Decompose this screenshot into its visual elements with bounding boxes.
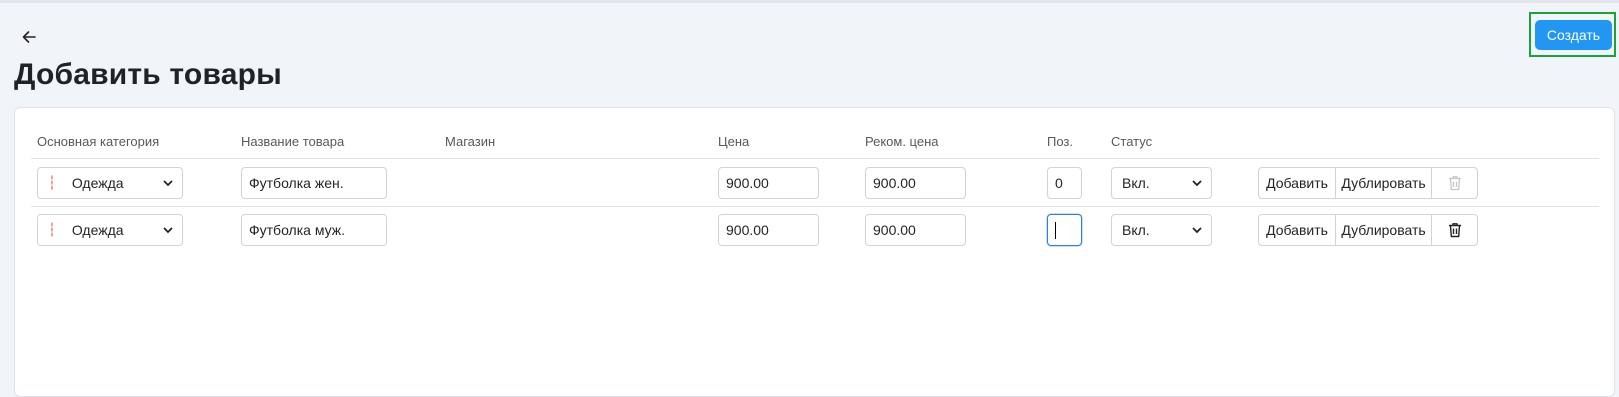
position-input[interactable]: 0 <box>1047 167 1082 199</box>
header-rec-price: Реком. цена <box>865 134 939 149</box>
text-cursor <box>1055 221 1056 239</box>
duplicate-row-button[interactable]: Дублировать <box>1336 168 1432 198</box>
price-input[interactable]: 900.00 <box>718 214 819 246</box>
header-divider <box>31 158 1599 159</box>
create-button-highlight: Создать <box>1529 12 1616 57</box>
price-input[interactable]: 900.00 <box>718 167 819 199</box>
header-name: Название товара <box>241 134 345 149</box>
category-select[interactable]: ┆ Одежда <box>37 214 183 246</box>
header-status: Статус <box>1111 134 1153 149</box>
chevron-down-icon <box>1192 180 1202 187</box>
page-title: Добавить товары <box>14 58 282 91</box>
header-shop: Магазин <box>445 134 496 149</box>
category-value: Одежда <box>71 222 124 238</box>
rec-price-input[interactable]: 900.00 <box>865 214 966 246</box>
category-select[interactable]: ┆ Одежда <box>37 167 183 199</box>
status-value: Вкл. <box>1122 222 1150 238</box>
row-actions: Добавить Дублировать <box>1258 167 1478 199</box>
chevron-down-icon <box>163 227 173 234</box>
add-row-button[interactable]: Добавить <box>1259 168 1336 198</box>
arrow-left-icon <box>22 31 36 43</box>
status-select[interactable]: Вкл. <box>1111 167 1212 199</box>
back-button[interactable] <box>18 26 40 48</box>
chevron-down-icon <box>1192 227 1202 234</box>
status-value: Вкл. <box>1122 175 1150 191</box>
status-select[interactable]: Вкл. <box>1111 214 1212 246</box>
duplicate-row-button[interactable]: Дублировать <box>1336 215 1432 245</box>
product-name-input[interactable]: Футболка жен. <box>241 167 387 199</box>
chevron-down-icon <box>163 180 173 187</box>
create-button[interactable]: Создать <box>1535 20 1612 50</box>
row-actions: Добавить Дублировать <box>1258 214 1478 246</box>
products-table-card: Основная категория Название товара Магаз… <box>14 107 1615 397</box>
category-value: Одежда <box>71 175 124 191</box>
product-name-input[interactable]: Футболка муж. <box>241 214 387 246</box>
trash-icon <box>1448 176 1461 191</box>
position-input[interactable] <box>1047 214 1082 246</box>
delete-row-button[interactable] <box>1432 215 1477 245</box>
top-divider <box>0 0 1619 3</box>
drag-handle-icon: ┆ <box>48 175 56 190</box>
header-price: Цена <box>718 134 750 149</box>
header-pos: Поз. <box>1047 134 1073 149</box>
rec-price-input[interactable]: 900.00 <box>865 167 966 199</box>
drag-handle-icon: ┆ <box>48 222 56 237</box>
delete-row-button[interactable] <box>1432 168 1477 198</box>
header-category: Основная категория <box>37 134 160 149</box>
row-divider <box>31 206 1599 207</box>
trash-icon <box>1448 223 1461 238</box>
add-row-button[interactable]: Добавить <box>1259 215 1336 245</box>
